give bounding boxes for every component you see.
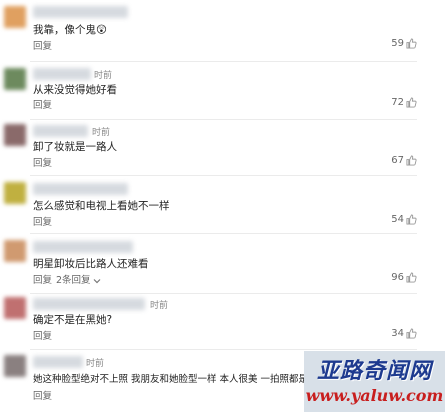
avatar[interactable] — [4, 240, 26, 262]
like-button[interactable]: 67 — [391, 155, 417, 166]
reply-link[interactable]: 回复 — [33, 97, 52, 111]
watermark-url: www.yaluw.com — [305, 386, 444, 405]
comment-text: 她这种脸型绝对不上照 我朋友和她脸型一样 本人很美 一拍照都是 — [33, 374, 309, 385]
comment-time: 时前 — [150, 301, 169, 311]
like-count: 34 — [391, 328, 404, 339]
like-button[interactable]: 96 — [391, 272, 417, 283]
sub-replies-count: 2条回复 — [56, 275, 91, 286]
comment-time: 时前 — [92, 128, 111, 138]
sub-replies-toggle[interactable]: 2条回复 — [56, 275, 101, 286]
thumbs-up-icon — [406, 272, 417, 283]
like-count: 72 — [391, 97, 404, 108]
watermark-title: 亚路奇闻网 — [316, 358, 432, 384]
comment-time: 时前 — [94, 71, 113, 81]
avatar[interactable] — [4, 68, 26, 90]
username-blurred[interactable] — [33, 125, 88, 137]
comment-text: 卸了妆就是一路人 — [33, 141, 117, 153]
comment-item: 时前 卸了妆就是一路人 回复 67 — [0, 120, 445, 176]
comment-item: 明星卸妆后比路人还难看 回复 2条回复 96 — [0, 234, 445, 294]
reply-link[interactable]: 回复 — [33, 275, 52, 286]
comment-text: 怎么感觉和电视上看她不一样 — [33, 200, 170, 212]
reply-link[interactable]: 回复 — [33, 388, 52, 402]
comment-item: 我靠，像个鬼😲 回复 59 — [0, 0, 445, 62]
thumbs-up-icon — [406, 155, 417, 166]
reply-link[interactable]: 回复 — [33, 214, 52, 228]
chevron-down-icon — [93, 278, 100, 283]
reply-link[interactable]: 回复 — [33, 328, 52, 342]
avatar[interactable] — [4, 124, 26, 146]
like-count: 67 — [391, 155, 404, 166]
username-blurred[interactable] — [33, 298, 145, 310]
comment-time: 时前 — [86, 359, 105, 369]
avatar[interactable] — [4, 6, 26, 28]
thumbs-up-icon — [406, 97, 417, 108]
thumbs-up-icon — [406, 328, 417, 339]
site-watermark: 亚路奇闻网 www.yaluw.com — [304, 351, 445, 412]
thumbs-up-icon — [406, 38, 417, 49]
avatar[interactable] — [4, 355, 26, 377]
comment-item: 时前 确定不是在黑她? 回复 34 — [0, 294, 445, 350]
reply-link[interactable]: 回复 — [33, 155, 52, 169]
reply-row: 回复 2条回复 — [33, 272, 101, 286]
username-blurred[interactable] — [33, 356, 83, 368]
like-button[interactable]: 72 — [391, 97, 417, 108]
comment-text: 确定不是在黑她? — [33, 314, 113, 326]
reply-link[interactable]: 回复 — [33, 38, 52, 52]
avatar[interactable] — [4, 297, 26, 319]
comment-item: 怎么感觉和电视上看她不一样 回复 54 — [0, 176, 445, 234]
avatar[interactable] — [4, 182, 26, 204]
comment-text: 我靠，像个鬼😲 — [33, 24, 107, 36]
username-blurred[interactable] — [33, 6, 128, 18]
username-blurred[interactable] — [33, 183, 128, 195]
comment-item: 时前 从来没觉得她好看 回复 72 — [0, 62, 445, 120]
like-button[interactable]: 59 — [391, 38, 417, 49]
username-blurred[interactable] — [33, 241, 133, 253]
like-count: 54 — [391, 214, 404, 225]
comment-text: 从来没觉得她好看 — [33, 84, 117, 96]
like-button[interactable]: 34 — [391, 328, 417, 339]
thumbs-up-icon — [406, 214, 417, 225]
like-count: 96 — [391, 272, 404, 283]
username-blurred[interactable] — [33, 68, 91, 80]
like-count: 59 — [391, 38, 404, 49]
comment-text: 明星卸妆后比路人还难看 — [33, 258, 149, 270]
like-button[interactable]: 54 — [391, 214, 417, 225]
